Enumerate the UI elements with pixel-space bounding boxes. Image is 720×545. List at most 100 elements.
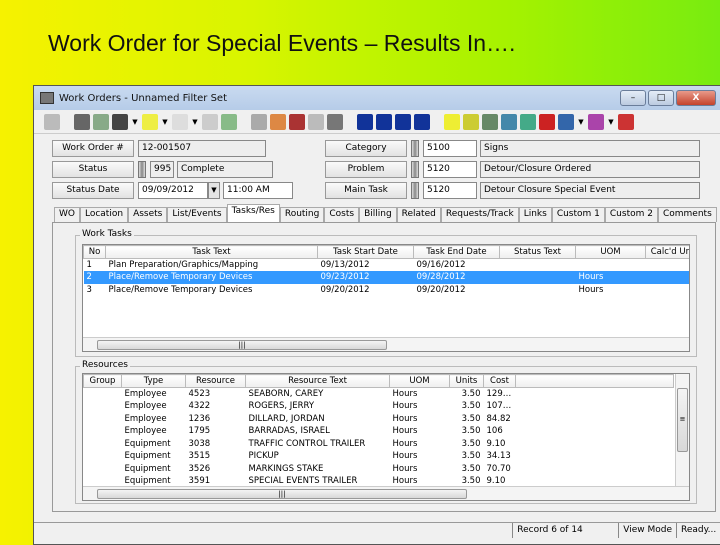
select-icon[interactable]	[44, 113, 60, 130]
date-dropdown-icon[interactable]: ▼	[208, 182, 220, 199]
truck-icon[interactable]	[539, 113, 555, 130]
table-row[interactable]: Employee 1236 DILLARD, JORDAN Hours 3.50 84.8…	[84, 413, 674, 426]
table-cell: 3526	[188, 463, 211, 474]
column-header[interactable]: UOM	[389, 374, 450, 388]
table-row[interactable]: Employee 1795 BARRADAS, ISRAEL Hours 3.50 106	[84, 425, 674, 438]
scissors-icon[interactable]	[327, 113, 343, 130]
column-header[interactable]: Task Text	[105, 245, 318, 259]
status-code-field[interactable]: 995	[150, 161, 174, 178]
column-header[interactable]: Task Start Date	[317, 245, 414, 259]
column-header[interactable]: Task End Date	[413, 245, 500, 259]
work-order-field[interactable]: 12-001507	[138, 140, 266, 157]
table-row[interactable]: Equipment 3526 MARKINGS STAKE Hours 3.50 70.7…	[84, 463, 674, 476]
tab-list-events[interactable]: List/Events	[167, 207, 227, 222]
document-icon[interactable]	[172, 113, 188, 130]
paste-icon[interactable]	[221, 113, 237, 130]
hierarchy-icon[interactable]	[501, 113, 517, 130]
column-header[interactable]: Calc'd Unit Cost	[645, 245, 689, 259]
previous-record-icon[interactable]	[376, 113, 392, 130]
status-lookup-handle[interactable]	[138, 161, 146, 178]
dropdown-arrow-icon[interactable]: ▼	[607, 118, 615, 126]
main-task-button[interactable]: Main Task	[325, 182, 407, 199]
table-row[interactable]: 2 Place/Remove Temporary Devices 09/23/201…	[83, 271, 689, 284]
tab-comments[interactable]: Comments	[657, 207, 717, 222]
dropdown-arrow-icon[interactable]: ▼	[191, 118, 199, 126]
category-lookup-handle[interactable]	[411, 140, 419, 157]
book-icon[interactable]	[588, 113, 604, 130]
table-row[interactable]: Equipment 3038 TRAFFIC CONTROL TRAILER Hour…	[84, 438, 674, 451]
table-cell: Hours	[578, 284, 604, 295]
dropdown-arrow-icon[interactable]: ▼	[161, 118, 169, 126]
column-header[interactable]: Status Text	[499, 245, 576, 259]
work-order-button[interactable]: Work Order #	[52, 140, 134, 157]
filter-icon[interactable]	[142, 113, 158, 130]
status-time-field[interactable]: 11:00 AM	[223, 182, 293, 199]
tab-requests-track[interactable]: Requests/Track	[440, 207, 519, 222]
column-header[interactable]: Resource Text	[245, 374, 390, 388]
tab-tasks-res[interactable]: Tasks/Res	[226, 204, 280, 222]
tasks-horizontal-scrollbar[interactable]: |||	[83, 337, 689, 351]
tasks-res-panel: Work Tasks No Task Text Task Start Date Tas…	[52, 222, 716, 512]
column-header[interactable]: UOM	[575, 245, 646, 259]
arrow-icon[interactable]	[444, 113, 460, 130]
tasks-icon[interactable]	[482, 113, 498, 130]
column-header[interactable]: No	[83, 245, 106, 259]
minimize-button[interactable]: –	[620, 90, 646, 106]
table-row[interactable]: Employee 4322 ROGERS, JERRY Hours 3.50 107…	[84, 400, 674, 413]
table-cell: TRAFFIC CONTROL TRAILER	[248, 438, 366, 449]
export-icon[interactable]	[618, 113, 634, 130]
tab-links[interactable]: Links	[518, 207, 552, 222]
category-button[interactable]: Category	[325, 140, 407, 157]
dropdown-arrow-icon[interactable]: ▼	[577, 118, 585, 126]
lightning-icon[interactable]	[463, 113, 479, 130]
tab-routing[interactable]: Routing	[279, 207, 325, 222]
resources-horizontal-scrollbar[interactable]: |||	[83, 486, 689, 500]
last-record-icon[interactable]	[414, 113, 430, 130]
problem-lookup-handle[interactable]	[411, 161, 419, 178]
column-header[interactable]: Group	[83, 374, 122, 388]
status-date-field[interactable]: 09/09/2012	[138, 182, 208, 199]
problem-code-field[interactable]: 5120	[423, 161, 477, 178]
category-code-field[interactable]: 5100	[423, 140, 477, 157]
copy-icon[interactable]	[202, 113, 218, 130]
tab-location[interactable]: Location	[79, 207, 129, 222]
edit-pen-icon[interactable]	[289, 113, 305, 130]
resources-vertical-scrollbar[interactable]: ≡	[675, 374, 689, 488]
column-header[interactable]: Type	[121, 374, 186, 388]
table-row[interactable]: 3 Place/Remove Temporary Devices 09/20/201…	[84, 284, 690, 297]
main-task-code-field[interactable]: 5120	[423, 182, 477, 199]
print-icon[interactable]	[74, 113, 90, 130]
table-row[interactable]: Employee 4523 SEABORN, CAREY Hours 3.50 129…	[84, 388, 674, 401]
tab-custom-1[interactable]: Custom 1	[551, 207, 605, 222]
binoculars-icon[interactable]	[112, 113, 128, 130]
globe-icon[interactable]	[558, 113, 574, 130]
table-cell: 09/20/2012	[320, 284, 370, 295]
maximize-button[interactable]: □	[648, 90, 674, 106]
map-icon[interactable]	[520, 113, 536, 130]
books-icon[interactable]	[270, 113, 286, 130]
column-header[interactable]: Units	[449, 374, 484, 388]
tab-custom-2[interactable]: Custom 2	[604, 207, 658, 222]
close-button[interactable]: X	[676, 90, 716, 106]
next-record-icon[interactable]	[395, 113, 411, 130]
tab-related[interactable]: Related	[396, 207, 441, 222]
tab-costs[interactable]: Costs	[324, 207, 360, 222]
column-header[interactable]: Cost	[483, 374, 516, 388]
preview-icon[interactable]	[93, 113, 109, 130]
delete-x-icon[interactable]	[308, 113, 324, 130]
tab-wo[interactable]: WO	[54, 207, 80, 222]
status-button[interactable]: Status	[52, 161, 134, 178]
table-cell: 1236	[188, 413, 211, 424]
status-date-button[interactable]: Status Date	[52, 182, 134, 199]
tab-billing[interactable]: Billing	[359, 207, 397, 222]
calculator-icon[interactable]	[251, 113, 267, 130]
table-cell: 1795	[188, 426, 211, 437]
column-header[interactable]: Resource	[185, 374, 246, 388]
first-record-icon[interactable]	[357, 113, 373, 130]
table-row[interactable]: 1 Plan Preparation/Graphics/Mapping 09/13/…	[84, 259, 690, 272]
problem-button[interactable]: Problem	[325, 161, 407, 178]
tab-assets[interactable]: Assets	[128, 207, 168, 222]
dropdown-arrow-icon[interactable]: ▼	[131, 118, 139, 126]
main-task-lookup-handle[interactable]	[411, 182, 419, 199]
table-row[interactable]: Equipment 3515 PICKUP Hours 3.50 34.13	[84, 450, 674, 463]
